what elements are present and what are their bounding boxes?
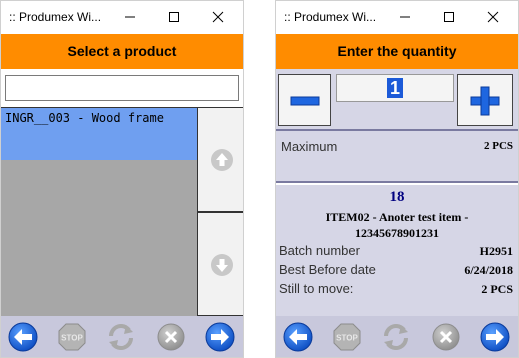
refresh-icon [109,324,133,350]
screen-header: Enter the quantity [276,34,518,69]
stop-icon: STOP [333,323,361,351]
maximize-icon [444,12,454,22]
minimize-button[interactable] [119,7,141,27]
refresh-button[interactable] [105,321,137,353]
detail-row-batch: Batch number H2951 [279,243,513,262]
minimize-button[interactable] [394,7,416,27]
quantity-value: 1 [386,78,403,98]
back-button[interactable] [282,321,314,353]
next-arrow-icon [480,322,510,352]
refresh-icon [384,324,408,350]
select-product-window: :: Produmex Wi... Select a product INGR_… [0,0,244,358]
arrow-up-icon [211,149,233,171]
decrease-button[interactable] [278,74,331,126]
arrow-down-icon [211,254,233,276]
cancel-button[interactable] [155,321,187,353]
title-bar: :: Produmex Wi... [1,1,243,33]
detail-row-still-to-move: Still to move: 2 PCS [279,281,513,300]
item-name: ITEM02 - Anoter test item - 123456789012… [325,210,469,240]
scroll-down-button[interactable] [197,212,243,316]
back-arrow-icon [8,322,38,352]
back-arrow-icon [283,322,313,352]
detail-value: H2951 [479,244,513,258]
search-area [1,69,243,107]
bottom-toolbar: STOP [1,316,243,357]
list-item[interactable]: INGR__003 - Wood frame [1,108,197,160]
window-title: :: Produmex Wi... [9,10,102,24]
window-title: :: Produmex Wi... [284,10,377,24]
maximum-value: 2 PCS [483,140,513,152]
increase-button[interactable] [457,74,513,126]
back-button[interactable] [7,321,39,353]
cancel-icon [157,323,185,351]
plus-icon [470,86,500,116]
item-details-panel: 18 ITEM02 - Anoter test item - 123456789… [276,185,518,316]
detail-label: Still to move: [279,281,354,296]
enter-quantity-window: :: Produmex Wi... Enter the quantity 1 M… [275,0,519,358]
quantity-field[interactable]: 1 [336,74,454,102]
close-button[interactable] [207,7,229,27]
stop-icon: STOP [58,323,86,351]
search-input[interactable] [5,75,239,101]
close-icon [212,11,224,23]
title-bar: :: Produmex Wi... [276,1,518,33]
svg-text:STOP: STOP [336,334,358,343]
item-count: 18 [389,189,405,205]
detail-row-best-before: Best Before date 6/24/2018 [279,262,513,281]
maximum-label: Maximum [281,139,338,154]
detail-value: 6/24/2018 [464,263,513,277]
maximize-button[interactable] [438,7,460,27]
minimize-icon [400,16,410,18]
product-list[interactable]: INGR__003 - Wood frame [1,107,197,316]
detail-label: Best Before date [279,262,376,277]
detail-value: 2 PCS [481,282,513,296]
svg-text:STOP: STOP [61,334,83,343]
stop-button[interactable]: STOP [56,321,88,353]
detail-label: Batch number [279,243,360,258]
cancel-icon [432,323,460,351]
list-item-label: INGR__003 - Wood frame [5,111,164,125]
maximize-icon [169,12,179,22]
screen-header: Select a product [1,34,243,69]
quantity-stepper: 1 [276,69,518,131]
stop-button[interactable]: STOP [331,321,363,353]
scroll-up-button[interactable] [197,107,243,212]
bottom-toolbar: STOP [276,316,518,357]
maximize-button[interactable] [163,7,185,27]
minus-icon [290,96,320,106]
minimize-icon [125,16,135,18]
next-arrow-icon [205,322,235,352]
refresh-button[interactable] [380,321,412,353]
close-button[interactable] [482,7,504,27]
cancel-button[interactable] [430,321,462,353]
next-button[interactable] [479,321,511,353]
next-button[interactable] [204,321,236,353]
maximum-panel: Maximum 2 PCS [276,131,518,183]
close-icon [487,11,499,23]
